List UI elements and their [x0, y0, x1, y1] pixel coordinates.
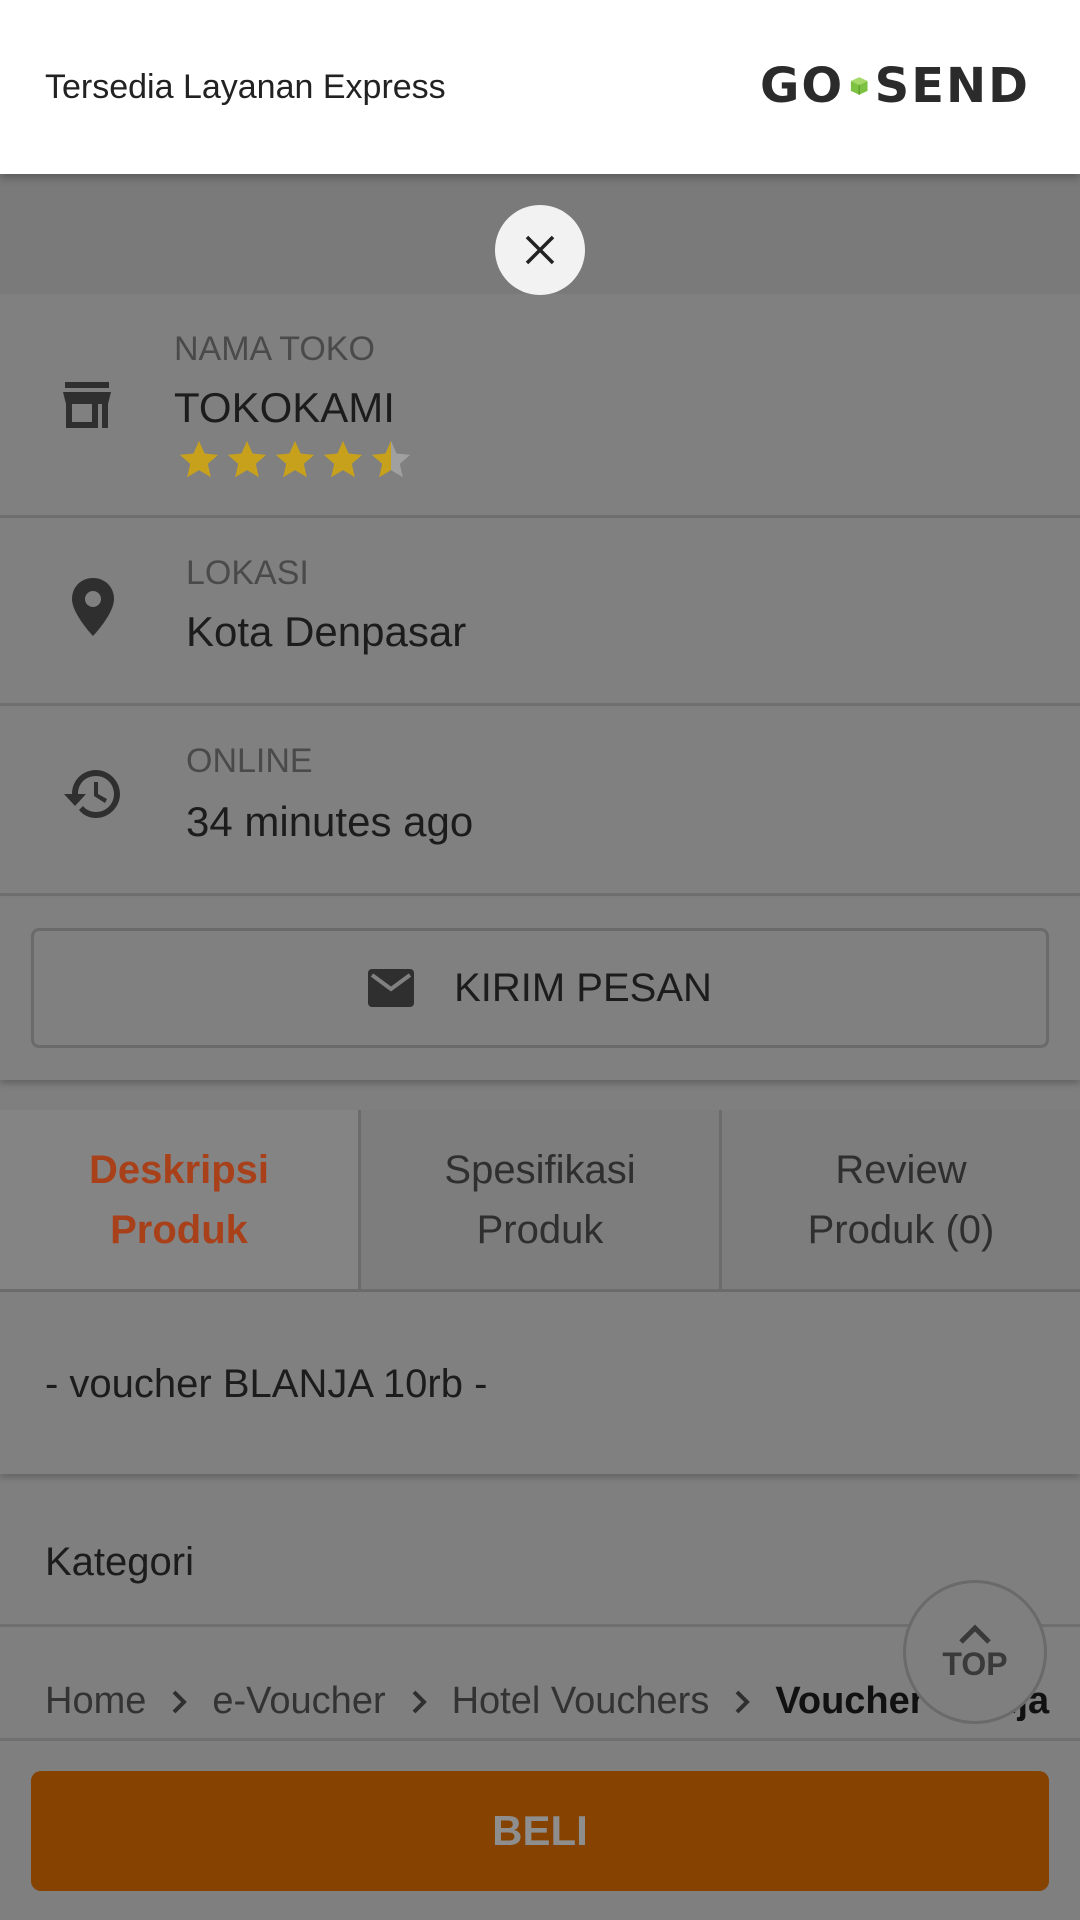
tab-label-line1: Deskripsi	[88, 1147, 270, 1192]
location-label: LOKASI	[186, 554, 309, 592]
half-star-icon	[371, 440, 411, 478]
divider	[0, 1738, 1080, 1741]
scroll-top-button[interactable]: TOP	[903, 1580, 1047, 1724]
buy-button-label: BELI	[492, 1807, 588, 1854]
history-icon	[64, 770, 120, 818]
send-message-label: KIRIM PESAN	[454, 965, 712, 1010]
online-value: 34 minutes ago	[186, 798, 474, 845]
location-value: Kota Denpasar	[186, 608, 467, 655]
chevron-right-icon	[735, 1690, 751, 1713]
location-pin-icon	[72, 578, 114, 636]
tab-label-line1: Spesifikasi	[444, 1147, 636, 1192]
online-row: ONLINE 34 minutes ago	[0, 706, 1080, 896]
chevron-right-icon	[172, 1690, 188, 1713]
store-icon	[63, 382, 111, 428]
mail-icon	[368, 969, 415, 1007]
star-icon	[323, 440, 363, 478]
express-banner-text: Tersedia Layanan Express	[45, 68, 446, 106]
tab-label-line2: Produk (0)	[807, 1207, 995, 1252]
chevron-right-icon	[412, 1690, 427, 1713]
gosend-logo: GO SEND	[760, 58, 1030, 114]
gosend-logo-right: SEND	[874, 58, 1030, 114]
tab-label-line2: Produk	[476, 1207, 604, 1252]
express-banner: Tersedia Layanan Express GO SEND	[0, 0, 1080, 174]
gosend-logo-left: GO	[760, 58, 845, 114]
chevron-up-icon	[959, 1623, 991, 1644]
send-message-button[interactable]: KIRIM PESAN	[31, 928, 1049, 1048]
gosend-box-icon	[851, 77, 868, 95]
store-name-label: NAMA TOKO	[174, 330, 375, 368]
kategori-title: Kategori	[45, 1540, 194, 1584]
tab-label-line1: Review	[835, 1147, 967, 1192]
store-rating	[176, 437, 414, 483]
scroll-top-label: TOP	[942, 1645, 1008, 1682]
store-row[interactable]: NAMA TOKO TOKOKAMI	[0, 294, 1080, 518]
tab-label-line2: Produk	[110, 1207, 248, 1252]
description-text: - voucher BLANJA 10rb -	[45, 1362, 488, 1406]
close-icon	[525, 235, 555, 265]
breadcrumb: Home e-Voucher Hotel Vouchers Voucher Bl…	[45, 1680, 1049, 1723]
tab-deskripsi-produk[interactable]: Deskripsi Produk	[0, 1110, 361, 1289]
product-tabs: Deskripsi Produk Spesifikasi Produk Revi…	[0, 1110, 1080, 1292]
star-icon	[179, 440, 219, 478]
close-button[interactable]	[495, 205, 585, 295]
breadcrumb-home[interactable]: Home	[45, 1680, 146, 1723]
breadcrumb-hotel-vouchers[interactable]: Hotel Vouchers	[452, 1680, 710, 1723]
location-row: LOKASI Kota Denpasar	[0, 518, 1080, 706]
star-icon	[227, 440, 267, 478]
breadcrumb-e-voucher[interactable]: e-Voucher	[212, 1680, 385, 1723]
buy-button[interactable]: BELI	[31, 1771, 1049, 1891]
tab-review-produk[interactable]: Review Produk (0)	[722, 1110, 1080, 1289]
tab-spesifikasi-produk[interactable]: Spesifikasi Produk	[361, 1110, 722, 1289]
star-icon	[275, 440, 315, 478]
store-name: TOKOKAMI	[174, 384, 395, 431]
online-label: ONLINE	[186, 742, 313, 780]
